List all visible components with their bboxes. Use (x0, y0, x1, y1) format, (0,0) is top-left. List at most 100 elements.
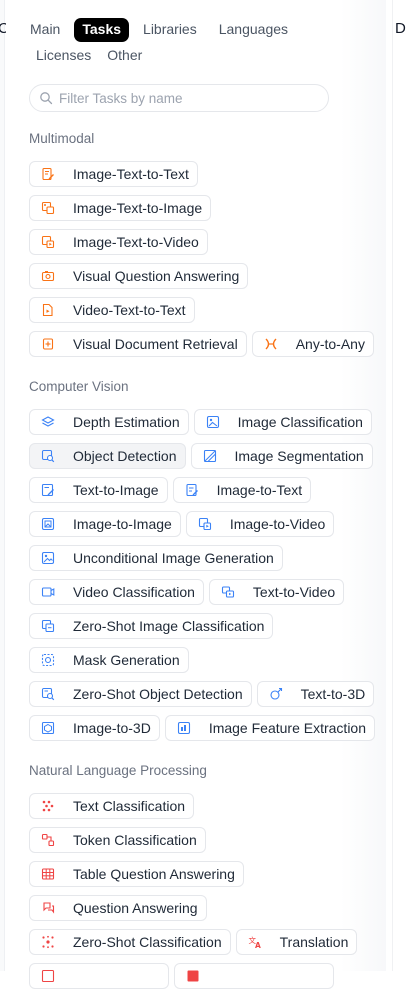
task-chip-zero-shot-image-classification[interactable]: Zero-Shot Image Classification (29, 613, 274, 639)
task-chip-label: Image Segmentation (234, 448, 364, 464)
task-chip-zero-shot-object-detection[interactable]: Zero-Shot Object Detection (29, 681, 252, 707)
task-chip-visual-question-answering[interactable]: Visual Question Answering (29, 263, 249, 289)
task-chip-video-classification[interactable]: Video Classification (29, 579, 204, 605)
tab-tasks[interactable]: Tasks (74, 18, 130, 42)
task-chip-text-to-video[interactable]: Text-to-Video (208, 579, 345, 605)
task-chip-depth-estimation[interactable]: Depth Estimation (29, 409, 189, 435)
text-to-video-icon (221, 585, 235, 599)
task-chip-label: Image-Text-to-Image (73, 200, 203, 216)
chip-row: Image-Text-to-Video (29, 229, 208, 255)
task-chip-token-classification[interactable]: Token Classification (29, 827, 206, 853)
task-chip-label: Image-to-Image (73, 516, 172, 532)
task-chip-label: Text-to-3D (300, 686, 366, 702)
task-chip-object-detection[interactable]: Object Detection (29, 443, 186, 469)
chip-row: Mask Generation (29, 647, 189, 673)
section-title-computer-vision: Computer Vision (29, 379, 129, 394)
task-chip-label: Image-Text-to-Text (73, 166, 189, 182)
tab-main[interactable]: Main (28, 18, 68, 42)
task-chip-partial[interactable] (29, 963, 169, 989)
task-chip-text-to-3d[interactable]: Text-to-3D (256, 681, 375, 707)
task-chip-mask-generation[interactable]: Mask Generation (29, 647, 189, 673)
task-chip-image-text-to-image[interactable]: Image-Text-to-Image (29, 195, 212, 221)
zero-shot-detection-icon (41, 687, 55, 701)
task-chip-video-text-to-text[interactable]: Video-Text-to-Text (29, 297, 195, 323)
chip-row: Visual Document Retrieval Any-to-Any (29, 331, 374, 357)
nlp-task-icon (186, 969, 200, 983)
tab-other[interactable]: Other (105, 44, 150, 68)
task-chip-label: Video Classification (73, 584, 195, 600)
chip-row: Text Classification (29, 793, 195, 819)
task-chip-label: Text-to-Video (252, 584, 336, 600)
image-to-3d-icon (41, 721, 55, 735)
chip-row: Video Classification Text-to-Video (29, 579, 345, 605)
task-chip-label: Zero-Shot Object Detection (73, 686, 243, 702)
camera-question-icon (41, 269, 55, 283)
image-to-text-icon (185, 483, 199, 497)
task-search-box[interactable] (29, 84, 329, 112)
chip-row: Depth Estimation Image Classification (29, 409, 372, 435)
image-text-icon (41, 201, 55, 215)
text-to-image-icon (41, 483, 55, 497)
zero-shot-classification-icon (41, 935, 55, 949)
task-chip-label: Unconditional Image Generation (73, 550, 274, 566)
task-chip-translation[interactable]: 文A Translation (235, 929, 358, 955)
chip-row: Token Classification (29, 827, 206, 853)
chip-row: Image-Text-to-Image (29, 195, 212, 221)
task-chip-image-classification[interactable]: Image Classification (193, 409, 372, 435)
document-pencil-icon (41, 167, 55, 181)
any-to-any-icon (264, 337, 278, 351)
chip-row: Zero-Shot Object Detection Text-to-3D (29, 681, 375, 707)
filter-tabs: Main Tasks Libraries Languages Licenses … (28, 18, 358, 68)
image-tag-icon (206, 415, 220, 429)
chip-row: Video-Text-to-Text (29, 297, 195, 323)
image-generation-icon (41, 551, 55, 565)
video-classification-icon (41, 585, 55, 599)
tab-languages[interactable]: Languages (211, 18, 296, 42)
task-chip-text-to-image[interactable]: Text-to-Image (29, 477, 168, 503)
task-chip-any-to-any[interactable]: Any-to-Any (251, 331, 374, 357)
task-chip-label: Image-Text-to-Video (73, 234, 199, 250)
task-chip-label: Token Classification (73, 832, 197, 848)
section-title-nlp: Natural Language Processing (29, 763, 207, 778)
task-chip-image-text-to-video[interactable]: Image-Text-to-Video (29, 229, 208, 255)
layers-icon (41, 415, 55, 429)
task-chip-label: Zero-Shot Classification (73, 934, 222, 950)
tab-licenses[interactable]: Licenses (28, 44, 99, 68)
task-chip-partial[interactable] (174, 963, 334, 989)
task-search-input[interactable] (59, 90, 309, 106)
task-chip-image-text-to-text[interactable]: Image-Text-to-Text (29, 161, 198, 187)
task-chip-image-to-text[interactable]: Image-to-Text (172, 477, 312, 503)
task-chip-label: Video-Text-to-Text (73, 302, 186, 318)
task-chip-image-to-video[interactable]: Image-to-Video (185, 511, 335, 537)
tab-libraries[interactable]: Libraries (135, 18, 205, 42)
task-chip-label: Table Question Answering (73, 866, 235, 882)
question-answering-icon (41, 901, 55, 915)
task-chip-label: Object Detection (73, 448, 177, 464)
chip-row: Object Detection Image Segmentation (29, 443, 373, 469)
chip-row: Text-to-Image Image-to-Text (29, 477, 312, 503)
task-chip-image-to-3d[interactable]: Image-to-3D (29, 715, 160, 741)
task-chip-image-to-image[interactable]: Image-to-Image (29, 511, 181, 537)
task-chip-question-answering[interactable]: Question Answering (29, 895, 207, 921)
task-chip-label: Image Classification (237, 414, 363, 430)
chip-row: Zero-Shot Image Classification (29, 613, 274, 639)
object-detection-icon (41, 449, 55, 463)
task-chip-image-segmentation[interactable]: Image Segmentation (190, 443, 373, 469)
task-chip-unconditional-image-generation[interactable]: Unconditional Image Generation (29, 545, 283, 571)
chip-row (29, 963, 334, 989)
chip-row: Table Question Answering (29, 861, 244, 887)
chip-row: Question Answering (29, 895, 207, 921)
chip-row: Unconditional Image Generation (29, 545, 283, 571)
task-chip-label: Depth Estimation (73, 414, 180, 430)
task-chip-zero-shot-classification[interactable]: Zero-Shot Classification (29, 929, 231, 955)
task-chip-label: Any-to-Any (295, 336, 365, 352)
task-chip-table-question-answering[interactable]: Table Question Answering (29, 861, 244, 887)
section-title-multimodal: Multimodal (29, 131, 95, 146)
task-chip-label: Text Classification (73, 798, 186, 814)
task-chip-label: Text-to-Image (73, 482, 159, 498)
task-chip-text-classification[interactable]: Text Classification (29, 793, 195, 819)
table-icon (41, 867, 55, 881)
chip-row: Image-Text-to-Text (29, 161, 198, 187)
task-chip-image-feature-extraction[interactable]: Image Feature Extraction (164, 715, 375, 741)
task-chip-visual-document-retrieval[interactable]: Visual Document Retrieval (29, 331, 247, 357)
